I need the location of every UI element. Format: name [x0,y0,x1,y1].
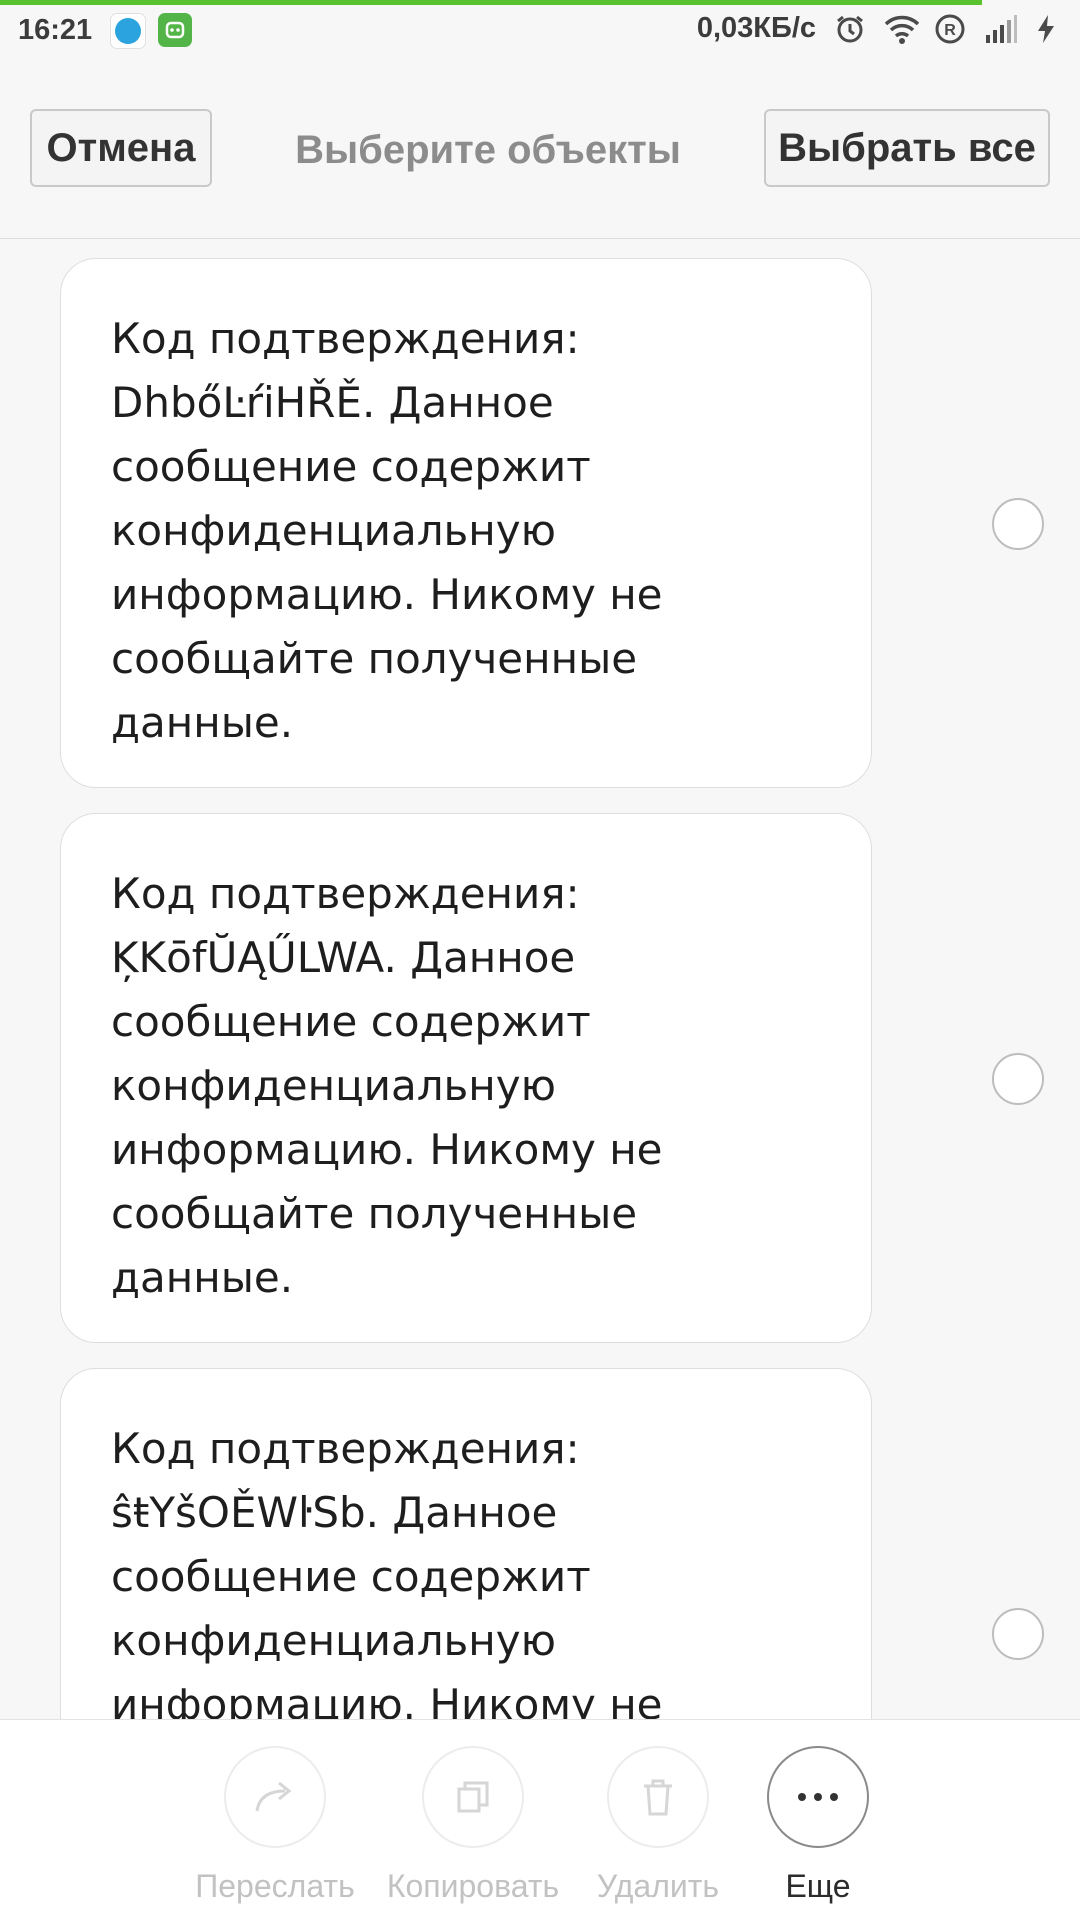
forward-label: Переслать [195,1868,355,1904]
more-dots-icon [767,1746,869,1848]
forward-icon [224,1746,326,1848]
status-time: 16:21 [18,14,93,46]
copy-button[interactable]: Копировать [373,1746,573,1905]
bottom-toolbar: Переслать Копировать Удалить Еще [0,1719,1080,1921]
status-bar: 16:21 0,03КБ/с R [0,0,1080,60]
select-radio[interactable] [992,1053,1044,1105]
wifi-icon [884,13,920,45]
message-bubble[interactable]: Код подтверждения: DhbőĿŕiHŘĚ. Данное со… [60,258,872,788]
message-row[interactable]: Код подтверждения: ŝŧYšOĚWŀSb. Данное со… [0,1368,1080,1719]
more-button[interactable]: Еще [718,1746,918,1905]
message-text: Код подтверждения: ĶKōfŬĄŰLWA. Данное со… [111,869,663,1302]
selection-header: Отмена Выберите объекты Выбрать все [0,60,1080,239]
forward-button[interactable]: Переслать [175,1746,375,1905]
trash-icon [607,1746,709,1848]
message-row[interactable]: Код подтверждения: DhbőĿŕiHŘĚ. Данное со… [0,258,1080,790]
select-radio[interactable] [992,498,1044,550]
cancel-button[interactable]: Отмена [30,109,212,187]
more-label: Еще [785,1868,851,1904]
status-indicators: 0,03КБ/с R [697,12,1066,45]
telegram-icon [110,13,146,49]
bot-app-icon [158,13,192,47]
copy-label: Копировать [386,1868,560,1904]
message-bubble[interactable]: Код подтверждения: ĶKōfŬĄŰLWA. Данное со… [60,813,872,1343]
signal-icon [984,13,1017,45]
message-list[interactable]: Код подтверждения: DhbőĿŕiHŘĚ. Данное со… [0,239,1080,1719]
message-text: Код подтверждения: DhbőĿŕiHŘĚ. Данное со… [111,314,663,747]
message-text: Код подтверждения: ŝŧYšOĚWŀSb. Данное со… [111,1424,663,1719]
registered-icon: R [934,13,966,45]
network-speed: 0,03КБ/с [696,12,816,44]
select-all-button[interactable]: Выбрать все [764,109,1050,187]
svg-text:R: R [944,22,956,39]
page-title: Выберите объекты [295,128,681,172]
charging-icon [1034,13,1066,45]
copy-icon [422,1746,524,1848]
message-bubble[interactable]: Код подтверждения: ŝŧYšOĚWŀSb. Данное со… [60,1368,872,1719]
message-row[interactable]: Код подтверждения: ĶKōfŬĄŰLWA. Данное со… [0,813,1080,1345]
select-radio[interactable] [992,1608,1044,1660]
alarm-icon [834,13,866,45]
